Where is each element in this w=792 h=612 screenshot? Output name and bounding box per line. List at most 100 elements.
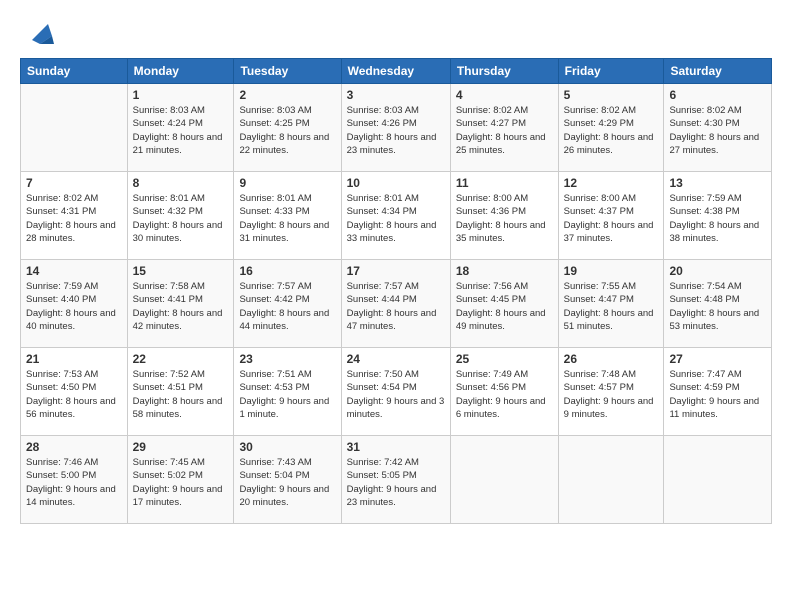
day-number: 22 xyxy=(133,352,229,366)
page-header xyxy=(20,16,772,48)
day-number: 24 xyxy=(347,352,445,366)
calendar-cell: 21Sunrise: 7:53 AMSunset: 4:50 PMDayligh… xyxy=(21,348,128,436)
day-info: Sunrise: 7:43 AMSunset: 5:04 PMDaylight:… xyxy=(239,456,335,509)
calendar-cell: 1 Sunrise: 8:03 AMSunset: 4:24 PMDaylight… xyxy=(127,84,234,172)
day-info: Sunrise: 7:55 AMSunset: 4:47 PMDaylight:… xyxy=(564,280,659,333)
day-number: 6 xyxy=(669,88,766,102)
calendar-cell: 25 Sunrise: 7:49 AMSunset: 4:56 PMDayligh… xyxy=(450,348,558,436)
day-info: Sunrise: 7:59 AMSunset: 4:38 PMDaylight:… xyxy=(669,192,766,245)
day-info: Sunrise: 8:00 AMSunset: 4:36 PMDaylight:… xyxy=(456,192,553,245)
calendar-header-row: SundayMondayTuesdayWednesdayThursdayFrid… xyxy=(21,59,772,84)
calendar-cell: 15 Sunrise: 7:58 AMSunset: 4:41 PMDayligh… xyxy=(127,260,234,348)
calendar-cell: 26 Sunrise: 7:48 AMSunset: 4:57 PMDayligh… xyxy=(558,348,664,436)
calendar-cell: 8 Sunrise: 8:01 AMSunset: 4:32 PMDaylight… xyxy=(127,172,234,260)
calendar-cell xyxy=(21,84,128,172)
day-info: Sunrise: 8:03 AMSunset: 4:25 PMDaylight:… xyxy=(239,104,335,157)
logo-icon xyxy=(24,16,56,48)
weekday-header-friday: Friday xyxy=(558,59,664,84)
calendar-cell: 12 Sunrise: 8:00 AMSunset: 4:37 PMDayligh… xyxy=(558,172,664,260)
day-number: 3 xyxy=(347,88,445,102)
calendar-cell: 17Sunrise: 7:57 AMSunset: 4:44 PMDayligh… xyxy=(341,260,450,348)
day-number: 5 xyxy=(564,88,659,102)
calendar-cell: 7Sunrise: 8:02 AMSunset: 4:31 PMDaylight… xyxy=(21,172,128,260)
calendar-cell: 5 Sunrise: 8:02 AMSunset: 4:29 PMDaylight… xyxy=(558,84,664,172)
day-number: 2 xyxy=(239,88,335,102)
day-info: Sunrise: 8:02 AMSunset: 4:31 PMDaylight:… xyxy=(26,192,122,245)
calendar-cell: 11 Sunrise: 8:00 AMSunset: 4:36 PMDayligh… xyxy=(450,172,558,260)
day-info: Sunrise: 7:49 AMSunset: 4:56 PMDaylight:… xyxy=(456,368,553,421)
day-info: Sunrise: 8:00 AMSunset: 4:37 PMDaylight:… xyxy=(564,192,659,245)
day-info: Sunrise: 8:01 AMSunset: 4:33 PMDaylight:… xyxy=(239,192,335,245)
calendar-cell xyxy=(664,436,772,524)
day-info: Sunrise: 7:50 AMSunset: 4:54 PMDaylight:… xyxy=(347,368,445,421)
calendar-cell xyxy=(558,436,664,524)
weekday-header-thursday: Thursday xyxy=(450,59,558,84)
day-number: 14 xyxy=(26,264,122,278)
calendar-cell: 31 Sunrise: 7:42 AMSunset: 5:05 PMDayligh… xyxy=(341,436,450,524)
day-info: Sunrise: 7:52 AMSunset: 4:51 PMDaylight:… xyxy=(133,368,229,421)
day-info: Sunrise: 7:42 AMSunset: 5:05 PMDaylight:… xyxy=(347,456,445,509)
weekday-header-tuesday: Tuesday xyxy=(234,59,341,84)
calendar-cell: 10 Sunrise: 8:01 AMSunset: 4:34 PMDayligh… xyxy=(341,172,450,260)
calendar-cell: 20 Sunrise: 7:54 AMSunset: 4:48 PMDayligh… xyxy=(664,260,772,348)
day-number: 30 xyxy=(239,440,335,454)
day-number: 10 xyxy=(347,176,445,190)
calendar-week-5: 28 Sunrise: 7:46 AMSunset: 5:00 PMDayligh… xyxy=(21,436,772,524)
day-info: Sunrise: 8:03 AMSunset: 4:26 PMDaylight:… xyxy=(347,104,445,157)
calendar-week-2: 7Sunrise: 8:02 AMSunset: 4:31 PMDaylight… xyxy=(21,172,772,260)
day-info: Sunrise: 7:54 AMSunset: 4:48 PMDaylight:… xyxy=(669,280,766,333)
calendar-cell: 19 Sunrise: 7:55 AMSunset: 4:47 PMDayligh… xyxy=(558,260,664,348)
day-info: Sunrise: 8:01 AMSunset: 4:32 PMDaylight:… xyxy=(133,192,229,245)
calendar-cell xyxy=(450,436,558,524)
calendar-cell: 13 Sunrise: 7:59 AMSunset: 4:38 PMDayligh… xyxy=(664,172,772,260)
calendar-cell: 9 Sunrise: 8:01 AMSunset: 4:33 PMDaylight… xyxy=(234,172,341,260)
day-number: 31 xyxy=(347,440,445,454)
day-info: Sunrise: 7:46 AMSunset: 5:00 PMDaylight:… xyxy=(26,456,122,509)
calendar-cell: 4Sunrise: 8:02 AMSunset: 4:27 PMDaylight… xyxy=(450,84,558,172)
day-info: Sunrise: 8:01 AMSunset: 4:34 PMDaylight:… xyxy=(347,192,445,245)
weekday-header-sunday: Sunday xyxy=(21,59,128,84)
day-info: Sunrise: 8:02 AMSunset: 4:29 PMDaylight:… xyxy=(564,104,659,157)
weekday-header-monday: Monday xyxy=(127,59,234,84)
day-number: 19 xyxy=(564,264,659,278)
calendar-week-3: 14 Sunrise: 7:59 AMSunset: 4:40 PMDayligh… xyxy=(21,260,772,348)
logo xyxy=(20,16,56,48)
day-info: Sunrise: 7:57 AMSunset: 4:44 PMDaylight:… xyxy=(347,280,445,333)
day-number: 23 xyxy=(239,352,335,366)
day-number: 9 xyxy=(239,176,335,190)
day-info: Sunrise: 8:02 AMSunset: 4:30 PMDaylight:… xyxy=(669,104,766,157)
calendar-cell: 29Sunrise: 7:45 AMSunset: 5:02 PMDayligh… xyxy=(127,436,234,524)
day-number: 1 xyxy=(133,88,229,102)
day-number: 4 xyxy=(456,88,553,102)
day-number: 11 xyxy=(456,176,553,190)
calendar-week-4: 21Sunrise: 7:53 AMSunset: 4:50 PMDayligh… xyxy=(21,348,772,436)
day-number: 15 xyxy=(133,264,229,278)
day-number: 26 xyxy=(564,352,659,366)
day-number: 25 xyxy=(456,352,553,366)
weekday-header-wednesday: Wednesday xyxy=(341,59,450,84)
day-info: Sunrise: 7:53 AMSunset: 4:50 PMDaylight:… xyxy=(26,368,122,421)
calendar-cell: 28 Sunrise: 7:46 AMSunset: 5:00 PMDayligh… xyxy=(21,436,128,524)
day-info: Sunrise: 7:58 AMSunset: 4:41 PMDaylight:… xyxy=(133,280,229,333)
day-number: 20 xyxy=(669,264,766,278)
day-info: Sunrise: 7:45 AMSunset: 5:02 PMDaylight:… xyxy=(133,456,229,509)
calendar-cell: 30 Sunrise: 7:43 AMSunset: 5:04 PMDayligh… xyxy=(234,436,341,524)
calendar-cell: 18Sunrise: 7:56 AMSunset: 4:45 PMDayligh… xyxy=(450,260,558,348)
day-info: Sunrise: 7:56 AMSunset: 4:45 PMDaylight:… xyxy=(456,280,553,333)
day-number: 8 xyxy=(133,176,229,190)
calendar-cell: 16Sunrise: 7:57 AMSunset: 4:42 PMDayligh… xyxy=(234,260,341,348)
day-info: Sunrise: 7:57 AMSunset: 4:42 PMDaylight:… xyxy=(239,280,335,333)
day-number: 13 xyxy=(669,176,766,190)
day-info: Sunrise: 7:48 AMSunset: 4:57 PMDaylight:… xyxy=(564,368,659,421)
day-info: Sunrise: 8:03 AMSunset: 4:24 PMDaylight:… xyxy=(133,104,229,157)
calendar-cell: 2 Sunrise: 8:03 AMSunset: 4:25 PMDaylight… xyxy=(234,84,341,172)
calendar-cell: 22 Sunrise: 7:52 AMSunset: 4:51 PMDayligh… xyxy=(127,348,234,436)
day-number: 28 xyxy=(26,440,122,454)
day-info: Sunrise: 7:47 AMSunset: 4:59 PMDaylight:… xyxy=(669,368,766,421)
day-info: Sunrise: 7:51 AMSunset: 4:53 PMDaylight:… xyxy=(239,368,335,421)
day-number: 12 xyxy=(564,176,659,190)
day-info: Sunrise: 7:59 AMSunset: 4:40 PMDaylight:… xyxy=(26,280,122,333)
calendar-cell: 3 Sunrise: 8:03 AMSunset: 4:26 PMDaylight… xyxy=(341,84,450,172)
weekday-header-saturday: Saturday xyxy=(664,59,772,84)
calendar-cell: 6 Sunrise: 8:02 AMSunset: 4:30 PMDaylight… xyxy=(664,84,772,172)
